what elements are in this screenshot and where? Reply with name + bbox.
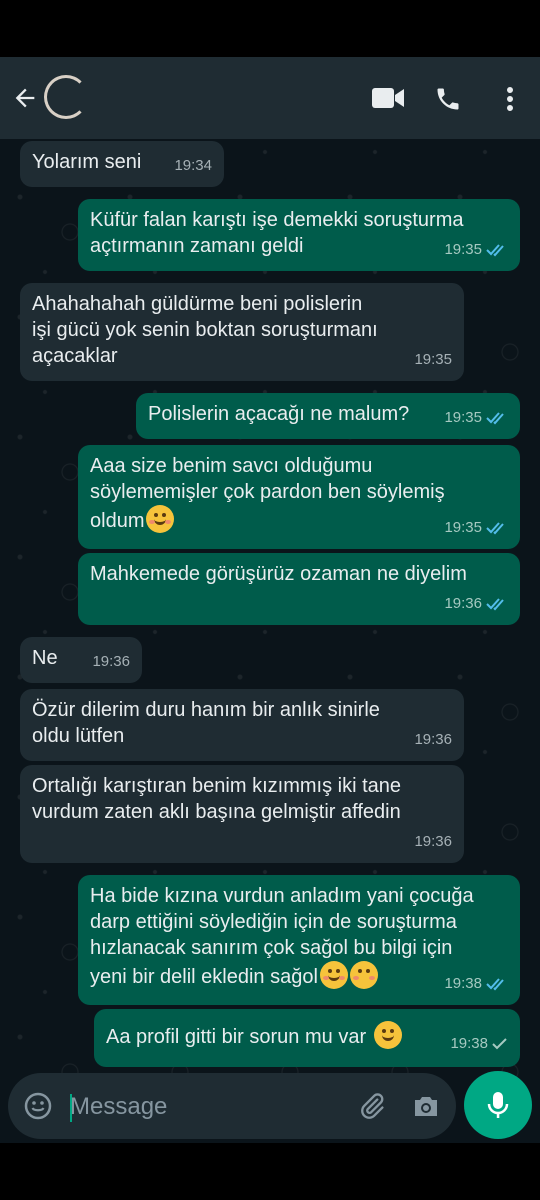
- message-time: 19:36: [92, 653, 130, 670]
- double-check-icon: [486, 978, 504, 991]
- message-time: 19:35: [444, 515, 508, 541]
- message-text: Mahkemede görüşürüz ozaman ne diyelim: [90, 563, 467, 585]
- message-composer: [8, 1073, 456, 1139]
- message-time: 19:38: [450, 1031, 508, 1057]
- message-time: 19:35: [444, 237, 508, 263]
- message-outgoing[interactable]: Mahkemede görüşürüz ozaman ne diyelim 19…: [78, 553, 520, 625]
- microphone-icon: [487, 1092, 509, 1118]
- message-outgoing[interactable]: Ha bide kızına vurdun anladım yani çocuğ…: [78, 875, 520, 1005]
- message-outgoing[interactable]: Aaa size benim savcı olduğumu söylememiş…: [78, 445, 520, 549]
- double-check-icon: [486, 244, 504, 257]
- status-bar: [0, 0, 540, 57]
- double-check-icon: [486, 412, 504, 425]
- message-text: Özür dilerim duru hanım bir anlık sinirl…: [32, 699, 380, 747]
- avatar[interactable]: [44, 75, 88, 119]
- relieved-face-emoji: [319, 961, 348, 989]
- message-incoming[interactable]: Ne 19:36: [20, 637, 142, 683]
- message-time: 19:35: [444, 405, 508, 431]
- smiling-face-emoji: [146, 505, 175, 533]
- message-input[interactable]: [68, 1087, 342, 1127]
- message-incoming[interactable]: Yolarım seni 19:34: [20, 141, 224, 187]
- message-time: 19:36: [444, 591, 508, 617]
- microphone-button[interactable]: [464, 1071, 532, 1139]
- message-outgoing[interactable]: Küfür falan karıştı işe demekki soruştur…: [78, 199, 520, 271]
- more-vertical-icon[interactable]: [498, 83, 522, 115]
- arrow-left-icon[interactable]: [8, 81, 42, 115]
- message-outgoing[interactable]: Polislerin açacağı ne malum? 19:35: [136, 393, 520, 439]
- double-check-icon: [486, 598, 504, 611]
- camera-icon[interactable]: [410, 1090, 442, 1122]
- emoji-icon[interactable]: [22, 1090, 54, 1122]
- kissing-face-emoji: [349, 961, 378, 989]
- check-icon: [492, 1038, 507, 1050]
- message-incoming[interactable]: Ahahahahah güldürme beni polislerin işi …: [20, 283, 464, 381]
- chat-screen: Yolarım seni 19:34 Küfür falan karıştı i…: [0, 57, 540, 1143]
- chat-header: [0, 57, 540, 139]
- double-check-icon: [486, 522, 504, 535]
- message-text: Ahahahahah güldürme beni polislerin işi …: [32, 293, 378, 367]
- grinning-face-emoji: [373, 1021, 402, 1049]
- message-time: 19:36: [414, 731, 452, 748]
- message-time: 19:36: [414, 833, 452, 850]
- phone-icon[interactable]: [432, 83, 464, 115]
- message-text: Aa profil gitti bir sorun mu var: [106, 1017, 508, 1050]
- video-camera-icon[interactable]: [370, 83, 406, 113]
- message-incoming[interactable]: Ortalığı karıştıran benim kızımmış iki t…: [20, 765, 464, 863]
- navigation-bar: [0, 1143, 540, 1200]
- message-time: 19:38: [444, 971, 508, 997]
- message-time: 19:34: [174, 157, 212, 174]
- paperclip-icon[interactable]: [356, 1090, 388, 1122]
- message-time: 19:35: [414, 351, 452, 368]
- message-text: Ortalığı karıştıran benim kızımmış iki t…: [32, 775, 401, 823]
- message-outgoing[interactable]: Aa profil gitti bir sorun mu var 19:38: [94, 1009, 520, 1067]
- message-incoming[interactable]: Özür dilerim duru hanım bir anlık sinirl…: [20, 689, 464, 761]
